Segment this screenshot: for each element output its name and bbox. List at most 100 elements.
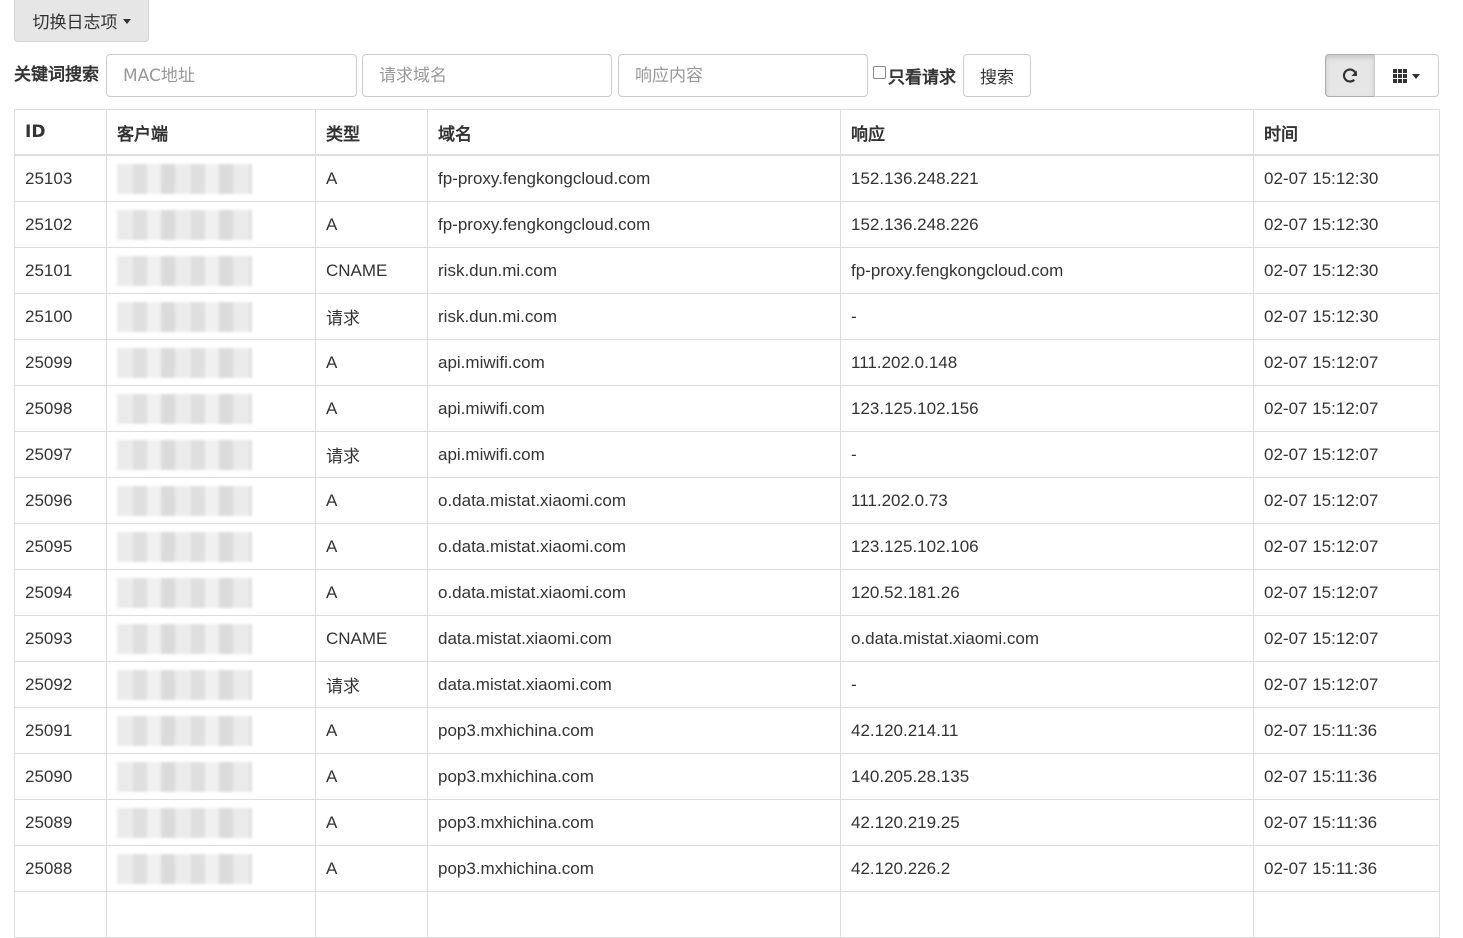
cell-id: 25102: [14, 201, 107, 248]
cell-response: [840, 891, 1254, 938]
cell-client: [106, 799, 316, 846]
cell-type: A: [315, 845, 428, 892]
table-row[interactable]: 25096 Ao.data.mistat.xiaomi.com 111.202.0.…: [14, 477, 1440, 524]
search-bar: 关键词搜索 只看请求 搜索: [14, 54, 1439, 97]
table-row[interactable]: 25093 CNAME data.mistat.xiaomi.com o.data.m…: [14, 615, 1440, 662]
cell-type: A: [315, 385, 428, 432]
cell-client: [106, 431, 316, 478]
cell-type: A: [315, 201, 428, 248]
header-type[interactable]: 类型: [315, 109, 428, 156]
cell-domain: api.miwifi.com: [427, 339, 841, 386]
cell-domain: fp-proxy.fengkongcloud.com: [427, 201, 841, 248]
columns-toggle-button[interactable]: [1374, 54, 1439, 97]
table-row[interactable]: 25091 Apop3.mxhichina.com 42.120.214.11 02-…: [14, 707, 1440, 754]
table-row[interactable]: 25097 请求 api.miwifi.com -02-07 15:12:07: [14, 431, 1440, 478]
cell-time: 02-07 15:11:36: [1253, 845, 1440, 892]
cell-client: [106, 661, 316, 708]
cell-time: 02-07 15:12:07: [1253, 523, 1440, 570]
table-row[interactable]: 25102 Afp-proxy.fengkongcloud.com 152.136.…: [14, 201, 1440, 248]
refresh-button[interactable]: [1325, 54, 1375, 97]
cell-client: [106, 385, 316, 432]
cell-domain: data.mistat.xiaomi.com: [427, 661, 841, 708]
redacted-client-mac: [117, 669, 252, 700]
cell-domain: o.data.mistat.xiaomi.com: [427, 569, 841, 616]
header-time[interactable]: 时间: [1253, 109, 1440, 156]
response-content-input[interactable]: [618, 54, 868, 97]
cell-domain: o.data.mistat.xiaomi.com: [427, 477, 841, 524]
cell-type: A: [315, 753, 428, 800]
cell-response: -: [840, 293, 1254, 340]
only-requests-checkbox[interactable]: [873, 66, 886, 79]
cell-time: 02-07 15:12:07: [1253, 431, 1440, 478]
cell-type: 请求: [315, 293, 428, 340]
cell-time: 02-07 15:12:07: [1253, 615, 1440, 662]
table-row[interactable]: 25095 Ao.data.mistat.xiaomi.com 123.125.10…: [14, 523, 1440, 570]
keyword-search-label: 关键词搜索: [14, 65, 99, 85]
caret-down-icon: [1412, 74, 1420, 79]
cell-domain: [427, 891, 841, 938]
cell-type: 请求: [315, 431, 428, 478]
cell-id: 25101: [14, 247, 107, 294]
redacted-client-mac: [117, 485, 252, 516]
search-button[interactable]: 搜索: [963, 54, 1031, 97]
cell-domain: risk.dun.mi.com: [427, 247, 841, 294]
redacted-client-mac: [117, 761, 252, 792]
redacted-client-mac: [117, 623, 252, 654]
request-domain-input[interactable]: [362, 54, 612, 97]
cell-client: [106, 523, 316, 570]
cell-client: [106, 891, 316, 938]
cell-domain: api.miwifi.com: [427, 431, 841, 478]
cell-domain: pop3.mxhichina.com: [427, 707, 841, 754]
table-row[interactable]: 25099 Aapi.miwifi.com 111.202.0.148 02-07 1…: [14, 339, 1440, 386]
cell-response: 152.136.248.221: [840, 154, 1254, 202]
header-id[interactable]: ID: [14, 109, 107, 156]
table-row[interactable]: 25098 Aapi.miwifi.com 123.125.102.156 02-07…: [14, 385, 1440, 432]
header-client[interactable]: 客户端: [106, 109, 316, 156]
cell-id: 25095: [14, 523, 107, 570]
cell-type: A: [315, 799, 428, 846]
cell-type: A: [315, 339, 428, 386]
table-row[interactable]: 25092 请求 data.mistat.xiaomi.com -02-07 15:1…: [14, 661, 1440, 708]
toggle-log-columns-button[interactable]: 切换日志项: [14, 0, 149, 42]
cell-response: 123.125.102.156: [840, 385, 1254, 432]
header-response[interactable]: 响应: [840, 109, 1254, 156]
grid-icon: [1393, 68, 1407, 83]
cell-time: 02-07 15:12:30: [1253, 154, 1440, 202]
only-requests-toggle[interactable]: 只看请求: [873, 54, 956, 97]
cell-id: 25098: [14, 385, 107, 432]
cell-client: [106, 339, 316, 386]
cell-domain: data.mistat.xiaomi.com: [427, 615, 841, 662]
redacted-client-mac: [117, 577, 252, 608]
table-row[interactable]: 25088 Apop3.mxhichina.com 42.120.226.2 02-0…: [14, 845, 1440, 892]
table-row[interactable]: 25094 Ao.data.mistat.xiaomi.com 120.52.181…: [14, 569, 1440, 616]
header-domain[interactable]: 域名: [427, 109, 841, 156]
dns-log-table: ID 客户端 类型 域名 响应 时间 25103 Afp-proxy.fengko…: [14, 109, 1440, 938]
table-row[interactable]: 25103 Afp-proxy.fengkongcloud.com 152.136.…: [14, 154, 1440, 202]
table-row[interactable]: 25100 请求 risk.dun.mi.com -02-07 15:12:30: [14, 293, 1440, 340]
cell-id: 25091: [14, 707, 107, 754]
cell-client: [106, 753, 316, 800]
redacted-client-mac: [117, 853, 252, 884]
cell-response: 152.136.248.226: [840, 201, 1254, 248]
cell-client: [106, 247, 316, 294]
cell-client: [106, 615, 316, 662]
cell-time: 02-07 15:12:30: [1253, 293, 1440, 340]
table-row[interactable]: 25101 CNAME risk.dun.mi.com fp-proxy.fengko…: [14, 247, 1440, 294]
cell-response: 123.125.102.106: [840, 523, 1254, 570]
cell-response: 42.120.226.2: [840, 845, 1254, 892]
cell-response: 111.202.0.73: [840, 477, 1254, 524]
table-row[interactable]: 25089 Apop3.mxhichina.com 42.120.219.25 02-…: [14, 799, 1440, 846]
cell-id: 25090: [14, 753, 107, 800]
cell-id: 25099: [14, 339, 107, 386]
cell-time: 02-07 15:11:36: [1253, 707, 1440, 754]
table-row[interactable]: [14, 891, 1440, 938]
cell-id: 25094: [14, 569, 107, 616]
cell-domain: pop3.mxhichina.com: [427, 799, 841, 846]
cell-response: 111.202.0.148: [840, 339, 1254, 386]
mac-address-input[interactable]: [106, 54, 357, 97]
cell-id: 25089: [14, 799, 107, 846]
table-row[interactable]: 25090 Apop3.mxhichina.com 140.205.28.135 02…: [14, 753, 1440, 800]
only-requests-label[interactable]: 只看请求: [888, 63, 956, 88]
redacted-client-mac: [117, 301, 252, 332]
cell-time: 02-07 15:12:07: [1253, 661, 1440, 708]
